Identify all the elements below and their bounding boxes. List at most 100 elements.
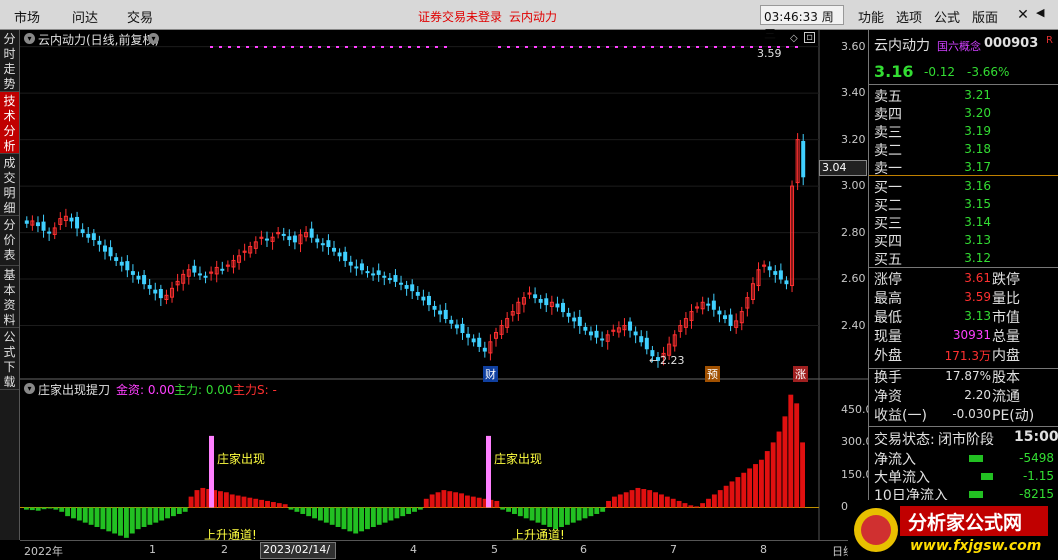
candle-body <box>767 266 772 271</box>
sub-bar <box>747 468 753 508</box>
sub-bar <box>576 507 582 521</box>
chart-area[interactable] <box>20 30 868 540</box>
sub-bar <box>429 494 435 508</box>
tab-intraday[interactable]: 分时走势 <box>0 30 19 92</box>
signal-dot <box>633 46 636 48</box>
y-tick: 3.00 <box>841 179 866 193</box>
candle-body <box>577 316 582 327</box>
candle-body <box>561 302 566 313</box>
concept-tag[interactable]: 国六概念 <box>937 38 981 54</box>
sub-bar <box>653 492 659 508</box>
signal-dot <box>687 46 690 48</box>
stat2-row: 换手 17.87% 股本 <box>874 367 1058 386</box>
sub-bar <box>588 507 594 517</box>
annotation-zhuangjia-1: 庄家出现 <box>217 452 266 466</box>
settings-circle-icon[interactable]: ▾ <box>24 33 35 44</box>
login-status[interactable]: 证券交易未登录 <box>418 8 502 25</box>
event-marker-limit[interactable]: 涨 <box>793 366 808 382</box>
candle-body <box>158 289 163 299</box>
candle-body <box>706 303 711 306</box>
candle-body <box>588 331 593 336</box>
candle-body <box>337 252 342 257</box>
close-icon[interactable]: ✕ <box>1014 6 1032 24</box>
price-change-pct: -3.66% <box>967 65 1010 79</box>
candle-body <box>119 261 124 266</box>
stat-row-label2: 市值 <box>992 310 1020 326</box>
diamond-icon[interactable]: ◇ <box>790 33 798 44</box>
watermark-logo: 分析家公式网 www.fxjgsw.com <box>848 500 1058 560</box>
candle-body <box>91 233 96 241</box>
ask-row-value: 3.20 <box>964 106 991 120</box>
signal-dot <box>732 46 735 48</box>
candle-body <box>538 298 543 303</box>
candle-body <box>192 265 197 273</box>
event-marker-forecast[interactable]: 预 <box>705 366 720 382</box>
stock-name: 云内动力 <box>874 38 930 54</box>
x-tick: 6 <box>580 543 587 556</box>
sub-bar <box>382 507 388 523</box>
candle-body <box>365 271 370 274</box>
window-toggle-icon[interactable]: ▫ <box>804 32 815 43</box>
stat2-row-value: 17.87% <box>945 369 991 383</box>
sub-bar <box>100 507 106 530</box>
tab-profile[interactable]: 基本资料 <box>0 266 19 328</box>
menu-function[interactable]: 功能 <box>858 7 884 26</box>
sub-bar <box>235 495 241 508</box>
sub-bar <box>611 496 617 508</box>
sub-bar <box>453 492 459 508</box>
signal-dot <box>327 46 330 48</box>
sub-bar <box>523 507 529 519</box>
event-marker-finance[interactable]: 财 <box>483 366 498 382</box>
sub-bar <box>564 507 570 525</box>
stat-row-value: 30931 <box>952 328 991 342</box>
low-price-label: 2.23 <box>660 354 685 367</box>
sub-bar <box>435 492 441 508</box>
legend-zhuli-s: 主力S: - <box>233 383 277 397</box>
tab-formula-download[interactable]: 公式下载 <box>0 328 19 390</box>
sub-bar <box>423 498 429 508</box>
menu-options[interactable]: 选项 <box>896 7 922 26</box>
signal-dot <box>498 46 501 48</box>
stat2-row-label2: 股本 <box>992 370 1020 386</box>
bid-row-value: 3.16 <box>964 179 991 193</box>
tab-price-table[interactable]: 分价表 <box>0 216 19 266</box>
expand-arrow-icon[interactable]: ◀ <box>1036 6 1044 19</box>
legend-zhuli: 主力: 0.00 <box>174 383 233 397</box>
stat2-row-value: 2.20 <box>964 388 991 402</box>
candle-body <box>533 294 538 299</box>
candle-body <box>628 321 633 331</box>
y-tick: 2.80 <box>841 225 866 239</box>
menu-formula[interactable]: 公式 <box>934 7 960 26</box>
sub-bar <box>529 507 535 521</box>
flow-row-value: -5498 <box>1019 451 1054 465</box>
y-tick: 2.60 <box>841 272 866 286</box>
sub-chart-settings-icon[interactable]: ▾ <box>24 383 35 394</box>
flow-row-value: -8215 <box>1019 487 1054 501</box>
signal-dot <box>417 46 420 48</box>
sub-bar <box>706 498 711 508</box>
signal-dot <box>381 46 384 48</box>
last-price: 3.16 <box>874 62 914 81</box>
menu-layout[interactable]: 版面 <box>972 7 998 26</box>
tab-trades[interactable]: 成交明细 <box>0 154 19 216</box>
menu-market[interactable]: 市场 <box>14 7 40 26</box>
stat2-row-label: 净资 <box>874 389 902 405</box>
tab-technical[interactable]: 技术分析 <box>0 92 19 154</box>
chart-menu-icon[interactable]: ▾ <box>148 33 159 44</box>
bid-row-value: 3.12 <box>964 251 991 265</box>
sub-bar <box>623 492 629 508</box>
candle-body <box>555 303 560 308</box>
candle-body <box>69 217 74 222</box>
book-separator <box>869 175 1058 176</box>
menu-trade[interactable]: 交易 <box>127 7 153 26</box>
candle-body <box>415 292 420 296</box>
menu-wenda[interactable]: 问达 <box>72 7 98 26</box>
sub-bar <box>165 507 170 519</box>
candle-body <box>371 273 376 276</box>
trade-state-row: 交易状态: 闭市阶段 15:00 <box>874 429 1058 448</box>
clock-time: 03:46:33 <box>764 10 818 24</box>
candle-body <box>153 289 158 294</box>
stat-row: 最高 3.59 量比 <box>874 288 1058 307</box>
indicator-name[interactable]: 云内动力 <box>509 8 557 25</box>
candle-body <box>354 266 359 269</box>
